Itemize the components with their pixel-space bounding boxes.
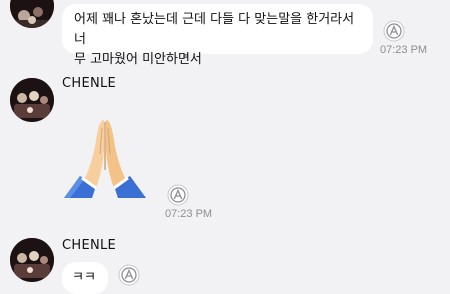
message-timestamp: 07:23 PM — [165, 208, 213, 220]
sender-name: CHENLE — [62, 238, 117, 253]
folded-hands-emoji[interactable] — [62, 114, 148, 200]
message-text-line: 어제 꽤나 혼났는데 근데 다들 다 맞는말을 한거라서 너 — [74, 12, 355, 47]
avatar-image — [10, 78, 54, 122]
sender-name: CHENLE — [62, 76, 117, 91]
reaction-add-icon[interactable] — [118, 264, 140, 286]
avatar[interactable] — [10, 238, 54, 282]
reaction-add-icon[interactable] — [167, 184, 189, 206]
reaction-add-icon[interactable] — [383, 20, 405, 42]
avatar[interactable] — [10, 78, 54, 122]
avatar[interactable] — [10, 0, 54, 28]
message-text: ㅋㅋ — [72, 270, 96, 285]
message-bubble[interactable]: ㅋㅋ — [62, 262, 108, 294]
avatar-image — [10, 0, 54, 28]
avatar-image — [10, 238, 54, 282]
message-text-line: 무 고마웠어 미안하면서 — [74, 52, 202, 67]
message-timestamp: 07:23 PM — [380, 44, 428, 56]
message-bubble[interactable]: 어제 꽤나 혼났는데 근데 다들 다 맞는말을 한거라서 너 무 고마웠어 미안… — [62, 4, 373, 67]
